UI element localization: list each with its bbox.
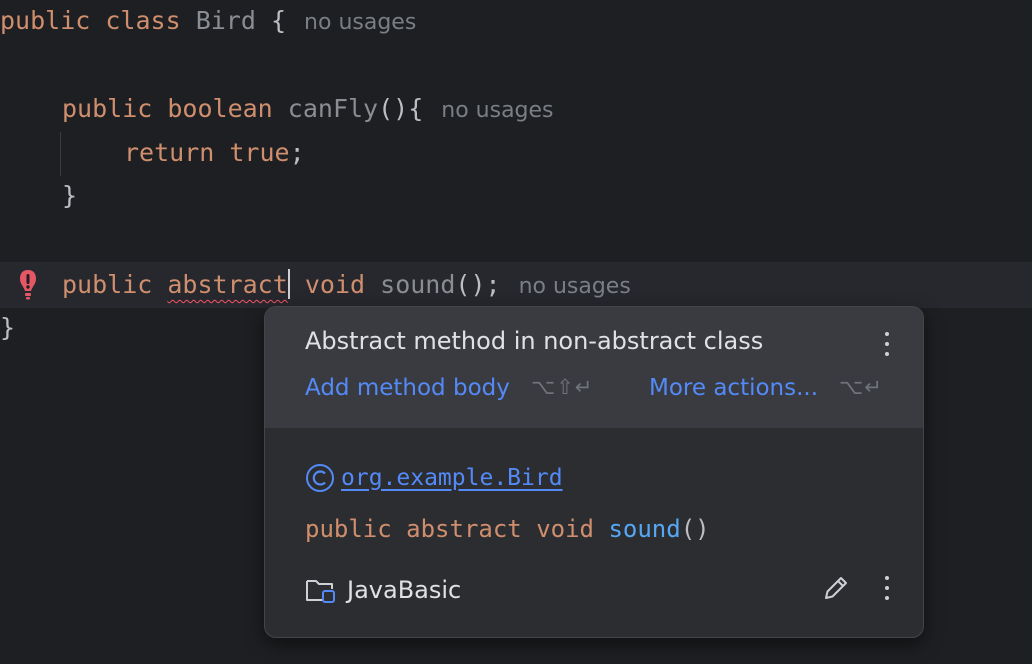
brace: } [0,313,16,342]
parens-brace: (){ [378,94,424,123]
keyword: public [305,515,392,543]
semicolon: ; [289,138,305,167]
method-name: sound [608,515,681,543]
code-line-4[interactable]: } [62,178,77,214]
keyword: void [536,515,594,543]
kebab-menu-icon[interactable] [877,573,897,603]
kebab-menu-icon[interactable] [877,329,897,359]
keyword: public [62,94,153,123]
error-icon[interactable] [17,268,39,302]
shortcut-hint: ⌥↵ [839,375,883,399]
class-name: Bird [195,6,256,35]
keyword: return [124,138,215,167]
folder-module-icon [306,579,335,603]
code-line-3[interactable]: return true; [124,135,305,171]
parens-semicolon: (); [455,270,501,299]
edit-pencil-icon[interactable] [821,573,851,603]
class-link[interactable]: org.example.Bird [341,465,563,491]
error-keyword[interactable]: abstract [167,270,287,299]
brace: { [270,6,287,35]
module-row: JavaBasic [305,571,461,607]
keyword: public [0,6,91,35]
code-line-6[interactable]: } [0,310,15,346]
add-method-body-link[interactable]: Add method body [305,375,510,401]
code-line-5[interactable]: public abstract void sound(); no usages [62,267,631,303]
text-caret [287,269,290,299]
popup-header [265,307,923,428]
keyword: true [229,138,290,167]
parens: () [680,515,710,543]
shortcut-hint: ⌥⇧↵ [531,375,594,399]
brace: } [62,181,78,210]
keyword: boolean [167,94,273,123]
usages-hint[interactable]: no usages [519,274,631,299]
usages-hint[interactable]: no usages [441,98,553,123]
more-actions-link[interactable]: More actions... [649,375,818,401]
method-name: sound [380,270,456,299]
keyword: void [304,270,366,299]
module-name: JavaBasic [347,575,462,604]
usages-hint[interactable]: no usages [304,10,416,35]
code-line-1[interactable]: public class Bird { no usages [0,3,416,39]
code-line-2[interactable]: public boolean canFly(){ no usages [62,91,554,127]
popup-title: Abstract method in non-abstract class [305,327,764,355]
indent-guide [60,132,61,176]
method-name: canFly [287,94,379,123]
inspection-popup: Abstract method in non-abstract class Ad… [264,306,924,638]
keyword: public [62,270,153,299]
method-signature: public abstract void sound() [305,515,710,543]
class-icon [306,463,334,492]
class-reference: org.example.Bird [305,459,563,495]
keyword: abstract [406,515,522,543]
keyword: class [105,6,181,35]
